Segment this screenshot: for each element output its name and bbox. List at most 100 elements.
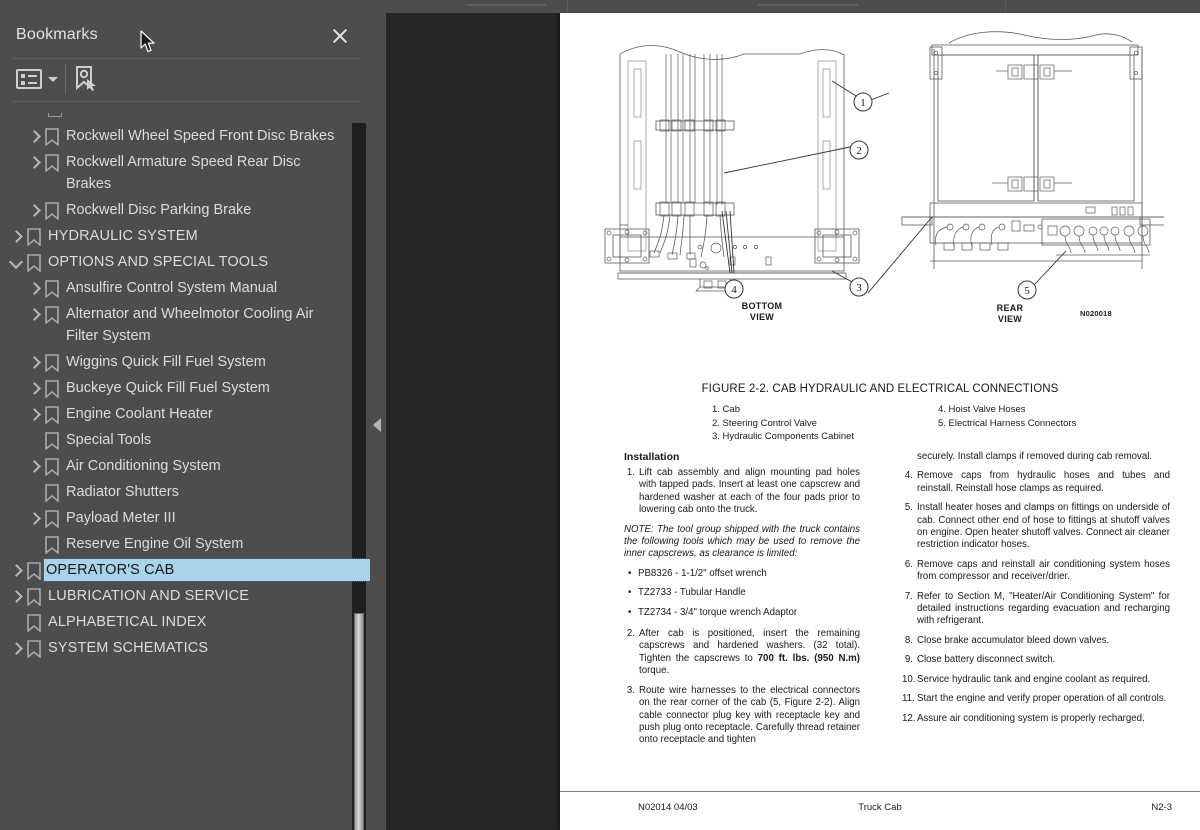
bookmark-label: OPERATOR'S CAB [43,558,370,582]
bookmark-item[interactable]: OPERATOR'S CAB [0,557,370,583]
bookmark-icon [24,561,44,581]
chevron-right-icon[interactable] [8,561,24,581]
step-text: Assure air conditioning system is proper… [917,712,1145,724]
chevron-right-icon[interactable] [26,509,42,529]
chevron-down-icon[interactable] [8,253,24,273]
chevron-right-icon[interactable] [8,587,24,607]
bookmark-icon [42,279,62,299]
bookmark-icon [24,227,44,247]
close-icon[interactable] [330,26,350,46]
chevron-right-icon[interactable] [26,379,42,399]
bookmark-item[interactable]: LUBRICATION AND SERVICE [0,583,370,609]
document-viewport[interactable]: 1 2 3 4 5 BOTTOM VIEW REAR VIEW N020018 … [386,13,1200,830]
install-step: 6. Remove caps and reinstall air conditi… [902,559,1170,584]
footer-center: Truck Cab [858,802,902,813]
new-bookmark-icon[interactable] [74,66,98,92]
step-text: Refer to Section M, "Heater/Air Conditio… [917,590,1170,627]
figure-caption: FIGURE 2-2. CAB HYDRAULIC AND ELECTRICAL… [701,383,1059,395]
step-number: 12. [902,712,916,724]
bookmark-icon [42,457,62,477]
bookmarks-panel: Bookmarks Rockwell Wheel Speed Front Dis… [0,13,370,830]
bookmark-item[interactable]: Alternator and Wheelmotor Cooling Air Fi… [0,301,370,349]
drawing-number: N020018 [1080,309,1112,318]
tool-item: • TZ2734 - 3/4" torque wrench Adaptor [624,607,860,619]
step-text: Close brake accumulator bleed down valve… [917,634,1110,646]
bookmarks-toolbar [0,58,370,101]
install-step: 8. Close brake accumulator bleed down va… [902,635,1170,647]
legend-item: 5. Electrical Harness Connectors [938,417,1077,429]
footer-right: N2-3 [1151,802,1172,813]
chevron-right-icon[interactable] [26,405,42,425]
legend-item: 1. Cab [712,404,740,415]
legend-item: 2. Steering Control Valve [712,417,817,429]
chevron-right-icon[interactable] [8,639,24,659]
chevron-right-icon[interactable] [26,153,42,173]
legend-item: 4. Hoist Valve Hoses [938,404,1026,415]
step-number: 8. [904,634,913,646]
chevron-right-icon[interactable] [26,353,42,373]
bookmark-item[interactable]: Radiator Shutters [0,479,370,505]
panel-splitter[interactable] [370,13,386,830]
step-number: 6. [904,558,913,570]
bookmark-icon [42,127,62,147]
body-column-right: securely. Install clamps if removed duri… [880,451,1200,781]
chevron-right-icon[interactable] [26,201,42,221]
bookmark-icon [42,431,62,451]
cab-connections-drawing: 1 2 3 4 5 [604,31,1164,300]
step-text: Install heater hoses and clamps on fitti… [917,502,1170,551]
chevron-right-icon[interactable] [8,227,24,247]
bookmark-icon [42,509,62,529]
bookmark-item[interactable]: Engine Coolant Heater [0,401,370,427]
bookmark-item[interactable]: Rockwell Wheel Speed Front Disc Brakes [0,123,370,149]
bookmark-item[interactable]: Rockwell Armature Speed Rear Disc Brakes [0,149,370,197]
bookmark-item[interactable]: ALPHABETICAL INDEX [0,609,370,635]
collapse-panel-icon[interactable] [373,418,381,432]
bookmark-item[interactable]: Payload Meter III [0,505,370,531]
bookmark-icon [24,587,44,607]
bookmark-item[interactable]: SYSTEM SCHEMATICS [0,635,370,661]
legend-item: 3. Hydraulic Components Cabinet [712,431,855,442]
chevron-right-icon[interactable] [26,127,42,147]
chevron-right-icon[interactable] [26,279,42,299]
svg-text:1: 1 [860,97,866,109]
step-number: 10. [902,673,916,685]
bookmark-item[interactable]: Reserve Engine Oil System [0,531,370,557]
step-text: Remove caps and reinstall air conditioni… [917,558,1170,583]
bookmark-label: Rockwell Disc Parking Brake [66,202,252,218]
bookmark-label: Engine Coolant Heater [66,406,213,422]
step-number: 5. [904,502,913,514]
list-options-icon[interactable] [16,69,42,89]
chevron-right-icon[interactable] [26,305,42,325]
bookmark-label: SYSTEM SCHEMATICS [48,640,209,656]
panel-title: Bookmarks [16,26,98,43]
bookmark-item[interactable]: Buckeye Quick Fill Fuel System [0,375,370,401]
install-step: 7. Refer to Section M, "Heater/Air Condi… [902,591,1170,628]
body-column-left: Installation 1. Lift cab assembly and al… [560,451,880,781]
step-continuation: securely. Install clamps if removed duri… [917,451,1153,462]
step-number: 4. [904,470,913,482]
bookmark-item[interactable]: Ansulfire Control System Manual [0,275,370,301]
install-step: 10. Service hydraulic tank and engine co… [902,674,1170,686]
install-step: 11. Start the engine and verify proper o… [902,693,1170,705]
chevron-right-icon[interactable] [26,457,42,477]
bookmark-item[interactable]: Rockwell Disc Parking Brake [0,197,370,223]
page-footer: N02014 04/03 Truck Cab N2-3 [560,802,1200,818]
toolbar-divider [65,64,66,94]
bookmarks-tree: Rockwell Wheel Speed Front Disc Brakes Ro… [0,113,370,830]
bookmark-item[interactable]: OPTIONS AND SPECIAL TOOLS [0,249,370,275]
bookmark-item[interactable]: HYDRAULIC SYSTEM [0,223,370,249]
legend-column-right: 4. Hoist Valve Hoses 5. Electrical Harne… [880,403,1200,444]
bookmark-item[interactable]: Wiggins Quick Fill Fuel System [0,349,370,375]
chevron-down-icon[interactable] [48,77,58,82]
install-step: 12. Assure air conditioning system is pr… [902,713,1170,725]
bookmarks-scrollbar-thumb[interactable] [354,613,364,830]
bookmark-item[interactable]: Special Tools [0,427,370,453]
bookmark-item[interactable]: Air Conditioning System [0,453,370,479]
step-text: After cab is positioned, insert the rema… [639,628,860,678]
step-text: Lift cab assembly and align mounting pad… [639,467,860,516]
bullet-icon: • [628,606,632,618]
bookmark-label: Alternator and Wheelmotor Cooling Air Fi… [66,306,314,344]
bookmark-label: Radiator Shutters [66,484,179,500]
svg-text:2: 2 [856,145,862,157]
install-step: 5. Install heater hoses and clamps on fi… [902,502,1170,552]
